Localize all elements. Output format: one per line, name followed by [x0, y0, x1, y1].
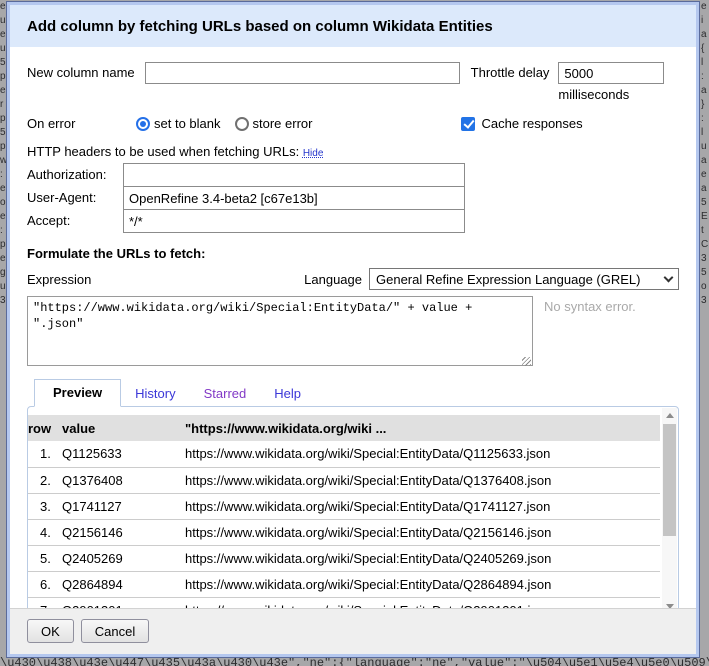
table-row: 4. Q2156146 https://www.wikidata.org/wik…: [28, 519, 660, 545]
backdrop-left-strip: e u e u 5 p e r p 5 p w : e o e : p e g …: [0, 0, 7, 666]
preview-table-header-row: row value "https://www.wikidata.org/wiki…: [28, 415, 660, 441]
table-row: 6. Q2864894 https://www.wikidata.org/wik…: [28, 571, 660, 597]
authorization-label: Authorization:: [27, 167, 123, 182]
preview-row-url: https://www.wikidata.org/wiki/Special:En…: [185, 571, 660, 597]
expression-wrap: "https://www.wikidata.org/wiki/Special:E…: [27, 296, 533, 369]
throttle-delay-input[interactable]: [558, 62, 664, 84]
expression-textarea[interactable]: "https://www.wikidata.org/wiki/Special:E…: [27, 296, 533, 366]
preview-scrollbar[interactable]: [662, 408, 677, 608]
cancel-button[interactable]: Cancel: [81, 619, 149, 643]
store-error-label[interactable]: store error: [253, 116, 313, 131]
table-row: 5. Q2405269 https://www.wikidata.org/wik…: [28, 545, 660, 571]
preview-row-value: Q2156146: [62, 519, 185, 545]
http-headers-grid: Authorization: User-Agent: Accept:: [27, 163, 679, 232]
dialog-body: New column name Throttle delay milliseco…: [10, 47, 696, 608]
scroll-up-icon[interactable]: [662, 408, 677, 423]
col-header-url: "https://www.wikidata.org/wiki ...: [185, 415, 660, 441]
table-row: 7. Q2901301 https://www.wikidata.org/wik…: [28, 597, 660, 608]
expression-area-row: "https://www.wikidata.org/wiki/Special:E…: [27, 296, 679, 369]
dialog-title: Add column by fetching URLs based on col…: [10, 5, 696, 47]
col-header-row: row: [28, 415, 62, 441]
preview-panel: row value "https://www.wikidata.org/wiki…: [27, 406, 679, 608]
add-column-fetch-urls-dialog: Add column by fetching URLs based on col…: [7, 2, 699, 657]
preview-row-url: https://www.wikidata.org/wiki/Special:En…: [185, 519, 660, 545]
accept-row: Accept:: [27, 209, 679, 232]
formulate-urls-label: Formulate the URLs to fetch:: [27, 246, 679, 261]
throttle-delay-unit: milliseconds: [558, 87, 664, 102]
preview-row-url: https://www.wikidata.org/wiki/Special:En…: [185, 441, 660, 467]
preview-row-index: 1.: [28, 441, 62, 467]
language-label: Language: [304, 272, 362, 287]
table-row: 2. Q1376408 https://www.wikidata.org/wik…: [28, 467, 660, 493]
preview-row-index: 5.: [28, 545, 62, 571]
tab-history[interactable]: History: [121, 381, 189, 406]
set-to-blank-radio[interactable]: [136, 117, 150, 131]
preview-row-index: 6.: [28, 571, 62, 597]
preview-row-index: 3.: [28, 493, 62, 519]
language-select-value: General Refine Expression Language (GREL…: [376, 272, 665, 287]
ok-button[interactable]: OK: [27, 619, 74, 643]
expression-language-row: Expression Language General Refine Expre…: [27, 268, 679, 290]
preview-row-value: Q2901301: [62, 597, 185, 608]
http-headers-row: HTTP headers to be used when fetching UR…: [27, 144, 679, 159]
tab-bar: Preview History Starred Help: [27, 379, 679, 406]
preview-row-index: 7.: [28, 597, 62, 608]
syntax-status: No syntax error.: [544, 299, 636, 314]
scrollbar-thumb[interactable]: [663, 424, 676, 536]
tab-preview[interactable]: Preview: [34, 379, 121, 407]
tab-starred[interactable]: Starred: [190, 381, 261, 406]
preview-table-body: 1. Q1125633 https://www.wikidata.org/wik…: [28, 441, 660, 608]
expression-label: Expression: [27, 272, 91, 287]
dialog-footer: OK Cancel: [10, 608, 696, 654]
cache-responses-label[interactable]: Cache responses: [481, 116, 582, 131]
accept-label: Accept:: [27, 213, 123, 228]
on-error-row: On error set to blank store error Cache …: [27, 115, 679, 132]
on-error-label: On error: [27, 116, 136, 131]
preview-row-url: https://www.wikidata.org/wiki/Special:En…: [185, 597, 660, 608]
backdrop-right-strip: e i a { l : a } : l u a e a 5 E t C 3 5 …: [701, 0, 709, 666]
col-header-value: value: [62, 415, 185, 441]
throttle-delay-group: milliseconds: [558, 62, 664, 102]
throttle-delay-label: Throttle delay: [471, 62, 550, 84]
hide-link[interactable]: Hide: [303, 148, 324, 159]
table-row: 3. Q1741127 https://www.wikidata.org/wik…: [28, 493, 660, 519]
new-column-name-input[interactable]: [145, 62, 460, 84]
preview-row-index: 2.: [28, 467, 62, 493]
user-agent-label: User-Agent:: [27, 190, 123, 205]
user-agent-input[interactable]: [123, 186, 465, 210]
preview-row-value: Q2864894: [62, 571, 185, 597]
preview-table: row value "https://www.wikidata.org/wiki…: [28, 415, 660, 608]
name-throttle-row: New column name Throttle delay milliseco…: [27, 62, 679, 102]
backdrop-bottom-text: \u430\u438\u43e\u447\u435\u43a\u430\u43e…: [0, 657, 709, 666]
http-headers-label: HTTP headers to be used when fetching UR…: [27, 144, 299, 159]
preview-row-index: 4.: [28, 519, 62, 545]
cache-responses-checkbox[interactable]: [461, 117, 475, 131]
set-to-blank-label[interactable]: set to blank: [154, 116, 221, 131]
preview-row-url: https://www.wikidata.org/wiki/Special:En…: [185, 467, 660, 493]
table-row: 1. Q1125633 https://www.wikidata.org/wik…: [28, 441, 660, 467]
accept-input[interactable]: [123, 209, 465, 233]
preview-row-url: https://www.wikidata.org/wiki/Special:En…: [185, 493, 660, 519]
language-select[interactable]: General Refine Expression Language (GREL…: [369, 268, 679, 290]
preview-row-value: Q1125633: [62, 441, 185, 467]
tab-help[interactable]: Help: [260, 381, 315, 406]
preview-row-url: https://www.wikidata.org/wiki/Special:En…: [185, 545, 660, 571]
authorization-row: Authorization:: [27, 163, 679, 186]
authorization-input[interactable]: [123, 163, 465, 187]
store-error-radio[interactable]: [235, 117, 249, 131]
preview-row-value: Q2405269: [62, 545, 185, 571]
preview-row-value: Q1376408: [62, 467, 185, 493]
new-column-name-label: New column name: [27, 62, 135, 84]
cache-responses-group: Cache responses: [461, 116, 582, 131]
chevron-down-icon: [664, 272, 674, 282]
user-agent-row: User-Agent:: [27, 186, 679, 209]
scroll-down-icon[interactable]: [662, 599, 677, 608]
preview-row-value: Q1741127: [62, 493, 185, 519]
